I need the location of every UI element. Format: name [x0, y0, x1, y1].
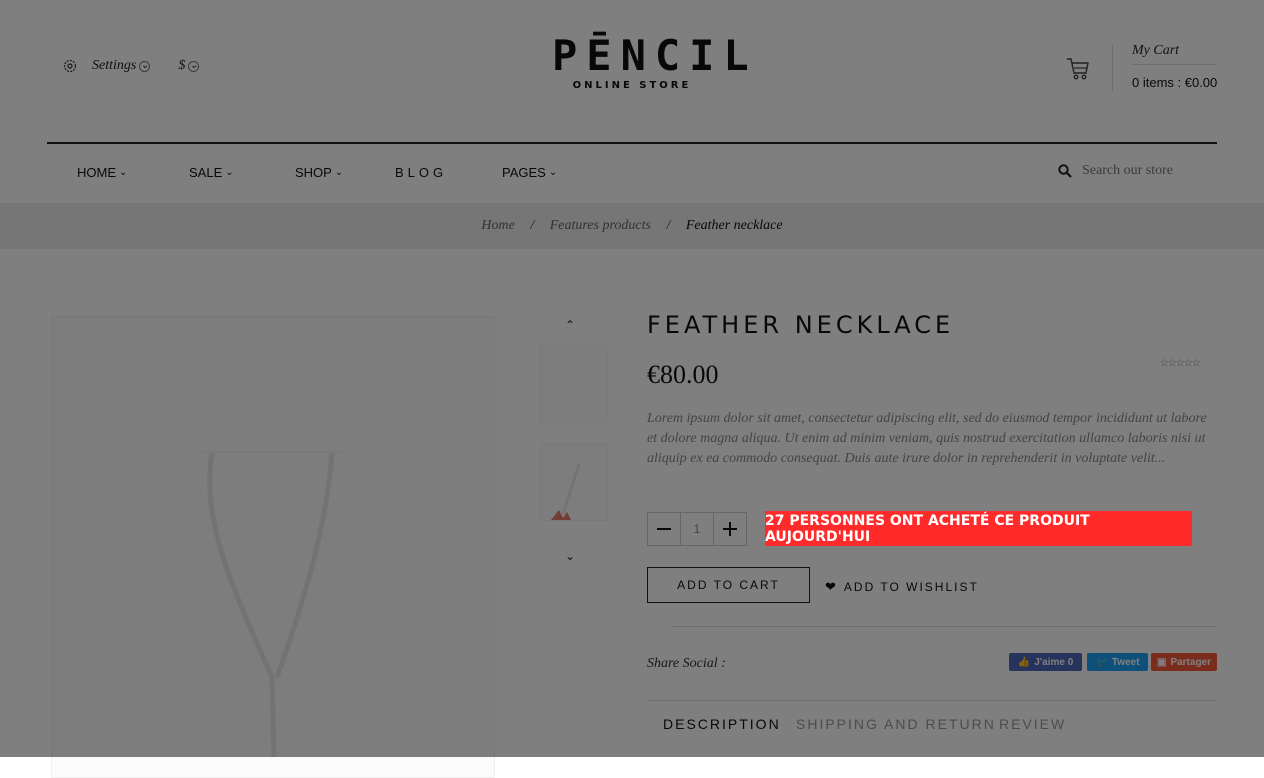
thumbs-up-icon: 👍	[1017, 656, 1031, 668]
pinterest-icon: ▣	[1156, 656, 1167, 668]
nav-item-sale[interactable]: SALE ⌄	[189, 165, 234, 180]
gear-icon	[63, 59, 77, 73]
product-title: FEATHER NECKLACE	[647, 311, 955, 339]
feather-thumbnail-image	[551, 463, 581, 520]
nav-item-label: HOME	[77, 165, 116, 180]
chevron-down-icon: ⌄	[548, 167, 558, 178]
tabs-divider	[647, 700, 1217, 701]
share-divider	[672, 626, 1217, 627]
tweet-label: Tweet	[1111, 656, 1140, 668]
minus-icon[interactable]	[648, 513, 680, 545]
cart-icon[interactable]	[1066, 56, 1090, 82]
necklace-image	[202, 451, 342, 758]
logo-text: PĒNCIL	[552, 31, 758, 80]
tab-shipping-and-return[interactable]: SHIPPING AND RETURN	[796, 716, 996, 732]
tab-review[interactable]: REVIEW	[999, 716, 1066, 732]
share-label: Share Social :	[647, 656, 726, 671]
currency-label: $	[178, 58, 186, 73]
quantity-stepper	[647, 512, 747, 546]
wishlist-label: ADD TO WISHLIST	[843, 580, 979, 594]
thumbnail-prev-button[interactable]: ⌃	[565, 318, 575, 332]
breadcrumb-separator: /	[530, 218, 535, 233]
cart-divider	[1112, 44, 1113, 92]
header-top-left: Settings ⌄ $ ⌄	[62, 58, 200, 74]
settings-dropdown[interactable]: Settings ⌄	[92, 58, 151, 74]
plus-icon[interactable]	[714, 513, 746, 545]
nav-item-blog[interactable]: BLOG	[395, 165, 447, 180]
twitter-bird-icon: 🐦	[1095, 656, 1108, 668]
nav-item-label: SHOP	[295, 165, 332, 180]
chevron-down-icon: ⌄	[119, 167, 128, 178]
thumbnail-next-button[interactable]: ⌄	[565, 549, 575, 563]
add-to-wishlist-button[interactable]: ❤ ADD TO WISHLIST	[825, 579, 979, 595]
breadcrumb: Home / Features products / Feather neckl…	[0, 218, 1264, 234]
nav-item-pages[interactable]: PAGES ⌄	[502, 165, 557, 180]
chevron-down-icon: ⌄	[334, 167, 344, 178]
breadcrumb-current: Feather necklace	[685, 218, 783, 233]
nav-item-label: PAGES	[502, 165, 546, 180]
search-bar	[1058, 163, 1212, 179]
site-logo[interactable]: PĒNCIL ONLINE STORE	[552, 31, 758, 92]
logo-subtitle: ONLINE STORE	[572, 80, 692, 91]
product-price: €80.00	[647, 360, 719, 389]
cart-summary[interactable]: 0 items : €0.00	[1132, 75, 1217, 90]
product-main-image[interactable]	[51, 316, 495, 778]
facebook-like-button[interactable]: 👍 J'aime 0	[1009, 653, 1082, 671]
pinterest-label: Partager	[1170, 656, 1212, 668]
search-icon[interactable]	[1058, 164, 1072, 178]
chevron-down-icon: ⌄	[139, 60, 151, 72]
breadcrumb-separator: /	[666, 218, 671, 233]
cart-title-divider	[1132, 64, 1216, 65]
tweet-button[interactable]: 🐦 Tweet	[1087, 653, 1148, 671]
breadcrumb-parent[interactable]: Features products	[550, 218, 651, 233]
add-to-cart-button[interactable]: ADD TO CART	[647, 567, 810, 603]
pinterest-share-button[interactable]: ▣ Partager	[1151, 653, 1217, 671]
rating-stars[interactable]: ☆☆☆☆☆	[1160, 358, 1201, 369]
currency-dropdown[interactable]: $ ⌄	[178, 58, 200, 74]
nav-item-home[interactable]: HOME ⌄	[77, 165, 127, 180]
header-divider	[47, 142, 1217, 144]
chevron-down-icon: ⌄	[225, 167, 234, 178]
nav-item-label: BLOG	[395, 165, 448, 180]
quantity-input[interactable]	[680, 513, 714, 545]
chevron-down-icon: ⌄	[188, 60, 200, 72]
cart-title[interactable]: My Cart	[1132, 43, 1179, 59]
nav-item-label: SALE	[189, 165, 223, 180]
search-input[interactable]	[1082, 163, 1212, 179]
product-description: Lorem ipsum dolor sit amet, consectetur …	[647, 411, 1207, 466]
heart-icon: ❤	[825, 579, 838, 594]
social-proof-banner: 27 PERSONNES ONT ACHETÉ CE PRODUIT AUJOU…	[765, 511, 1192, 546]
product-thumbnail[interactable]	[540, 443, 608, 521]
product-thumbnail[interactable]	[540, 345, 608, 423]
settings-label: Settings	[92, 58, 137, 73]
facebook-like-label: J'aime 0	[1034, 656, 1074, 668]
nav-item-shop[interactable]: SHOP ⌄	[295, 165, 343, 180]
breadcrumb-home[interactable]: Home	[481, 218, 514, 233]
tab-description[interactable]: DESCRIPTION	[663, 716, 781, 732]
